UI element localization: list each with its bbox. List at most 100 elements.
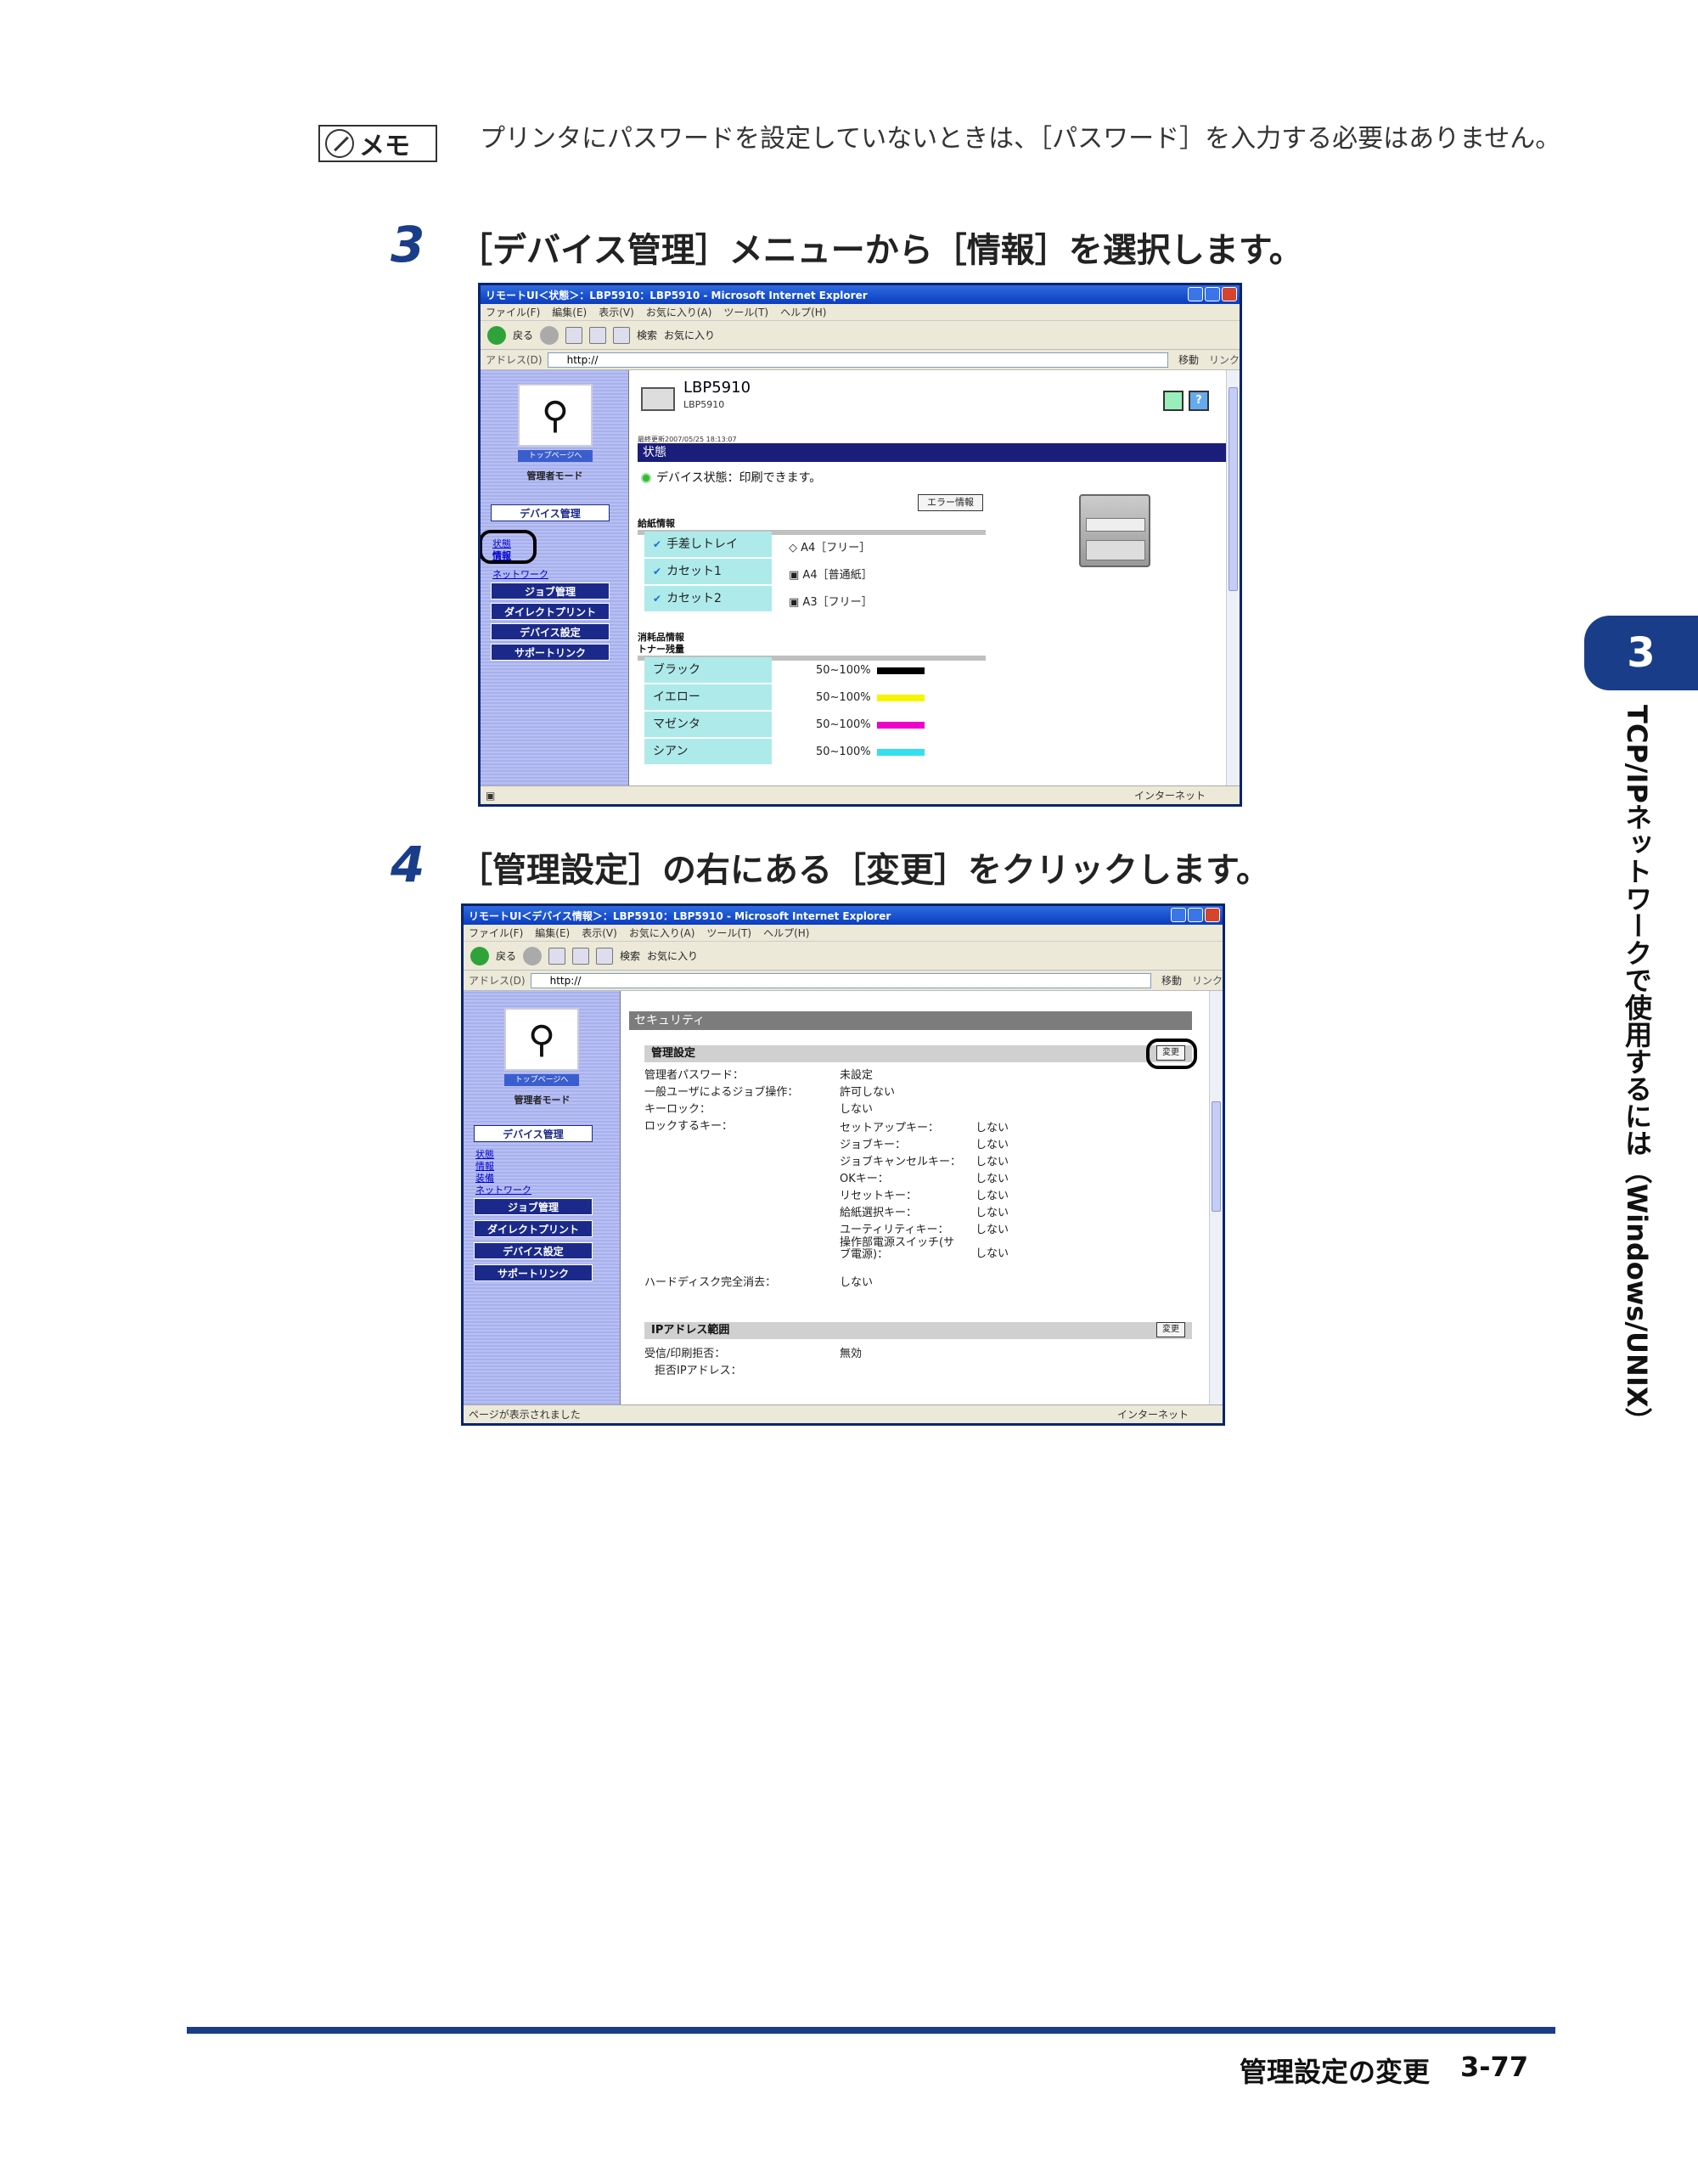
refresh-icon[interactable]: [589, 326, 607, 344]
admin-password-key: 管理者パスワード：: [644, 1069, 745, 1082]
chapter-title: TCP/IPネットワークで使用するには（Windows/UNIX）: [1621, 705, 1653, 1435]
refresh-icon[interactable]: [1163, 391, 1184, 411]
nav-job-mgmt[interactable]: ジョブ管理: [491, 583, 610, 599]
paper-row-value: ▣ A3［フリー］: [789, 596, 873, 609]
lock-key-name: 操作部電源スイッチ(サブ電源)：: [840, 1236, 955, 1261]
highlight-circle: [481, 530, 537, 564]
back-label[interactable]: 戻る: [496, 948, 516, 963]
stop-icon[interactable]: [548, 947, 566, 965]
receive-reject-value: 無効: [840, 1348, 863, 1360]
nav-support-link[interactable]: サポートリンク: [491, 644, 610, 661]
memo-label: メモ: [318, 125, 437, 162]
favorites-label[interactable]: お気に入り: [664, 328, 715, 342]
nav-device-settings[interactable]: デバイス設定: [474, 1242, 593, 1259]
title-bar: リモートUI＜状態＞：LBP5910：LBP5910 - Microsoft I…: [481, 285, 1240, 304]
nav-device-mgmt[interactable]: デバイス管理: [474, 1125, 593, 1142]
step-text: ［デバイス管理］メニューから［情報］を選択します。: [458, 231, 1303, 270]
forward-icon[interactable]: [540, 325, 559, 345]
menu-favorites[interactable]: お気に入り(A): [646, 305, 712, 319]
address-bar: アドレス(D) http:// 移動 リンク: [464, 971, 1223, 991]
ip-change-button[interactable]: 変更: [1156, 1322, 1185, 1337]
toolbar: 戻る 検索 お気に入り: [464, 942, 1223, 971]
search-label[interactable]: 検索: [637, 328, 657, 342]
stop-icon[interactable]: [565, 326, 583, 344]
scroll-thumb[interactable]: [1229, 387, 1238, 591]
lock-key-name: OKキー：: [840, 1173, 889, 1185]
lock-key-name: セットアップキー：: [840, 1122, 940, 1134]
back-icon[interactable]: [470, 946, 489, 965]
browser-window-status: リモートUI＜状態＞：LBP5910：LBP5910 - Microsoft I…: [478, 283, 1242, 807]
error-info-button[interactable]: エラー情報: [918, 494, 983, 511]
menu-edit[interactable]: 編集(E): [552, 305, 587, 319]
vertical-scrollbar[interactable]: [1209, 991, 1223, 1404]
maximize-button[interactable]: [1205, 287, 1220, 301]
footer-rule: [187, 2027, 1555, 2034]
menu-favorites[interactable]: お気に入り(A): [629, 926, 695, 940]
step-number: 4: [391, 836, 425, 893]
go-button[interactable]: 移動: [1173, 352, 1204, 367]
back-icon[interactable]: [487, 325, 506, 345]
menu-tools[interactable]: ツール(T): [723, 305, 768, 319]
nav-direct-print[interactable]: ダイレクトプリント: [491, 603, 610, 620]
maximize-button[interactable]: [1188, 908, 1203, 922]
hdd-erase-value: しない: [840, 1276, 874, 1289]
chapter-tab: 3: [1584, 616, 1698, 690]
links-label[interactable]: リンク: [1209, 352, 1240, 367]
links-label[interactable]: リンク: [1192, 973, 1223, 988]
menu-bar: ファイル(F) 編集(E) 表示(V) お気に入り(A) ツール(T) ヘルプ(…: [481, 304, 1240, 321]
status-text: ページが表示されました: [469, 1409, 581, 1421]
nav-link-network[interactable]: ネットワーク: [492, 567, 548, 581]
menu-file[interactable]: ファイル(F): [469, 926, 523, 940]
ip-range-header: IPアドレス範囲: [644, 1322, 1192, 1339]
paper-row-value: ◇ A4［フリー］: [789, 542, 871, 554]
menu-tools[interactable]: ツール(T): [706, 926, 751, 940]
nav-device-mgmt[interactable]: デバイス管理: [491, 504, 610, 521]
address-input[interactable]: http://: [530, 972, 1151, 988]
address-label: アドレス(D): [486, 354, 543, 366]
page-content: ⚲ トップページへ 管理者モード デバイス管理 状態 情報 装備 ネットワーク …: [464, 991, 1223, 1404]
main-panel: セキュリティ 管理設定 変更 管理者パスワード： 未設定 一般ユーザによるジョブ…: [621, 991, 1209, 1404]
nav-direct-print[interactable]: ダイレクトプリント: [474, 1220, 593, 1237]
zone-label: インターネット: [1133, 790, 1206, 802]
toner-row-name: ブラック: [644, 657, 772, 683]
minimize-button[interactable]: [1188, 287, 1203, 301]
menu-file[interactable]: ファイル(F): [486, 305, 540, 319]
paper-row-name: ✔ カセット2: [644, 586, 772, 611]
user-job-key: 一般ユーザによるジョブ操作：: [644, 1086, 799, 1099]
favorites-label[interactable]: お気に入り: [647, 948, 698, 963]
nav-link-network[interactable]: ネットワーク: [475, 1183, 531, 1196]
home-icon[interactable]: [613, 326, 631, 344]
lock-key-value: しない: [976, 1156, 1009, 1168]
toppage-button[interactable]: トップページへ: [518, 450, 593, 462]
close-button[interactable]: [1205, 908, 1220, 922]
search-label[interactable]: 検索: [620, 948, 640, 963]
vertical-scrollbar[interactable]: [1226, 370, 1240, 785]
nav-support-link[interactable]: サポートリンク: [474, 1264, 593, 1281]
menu-help[interactable]: ヘルプ(H): [763, 926, 809, 940]
menu-view[interactable]: 表示(V): [582, 926, 617, 940]
minimize-button[interactable]: [1171, 908, 1186, 922]
forward-icon[interactable]: [523, 946, 543, 965]
nav-job-mgmt[interactable]: ジョブ管理: [474, 1198, 593, 1215]
go-button[interactable]: 移動: [1156, 973, 1187, 988]
lock-key-name: ユーティリティキー：: [840, 1224, 949, 1236]
toner-row-name: マゼンタ: [644, 712, 772, 737]
home-icon[interactable]: [596, 947, 614, 965]
scroll-thumb[interactable]: [1212, 1101, 1221, 1212]
nav-device-settings[interactable]: デバイス設定: [491, 623, 610, 640]
help-icon[interactable]: ?: [1189, 391, 1209, 411]
address-input[interactable]: http://: [547, 352, 1168, 368]
close-button[interactable]: [1222, 287, 1237, 301]
user-job-value: 許可しない: [840, 1086, 896, 1099]
paper-row-name: ✔ カセット1: [644, 559, 772, 584]
menu-view[interactable]: 表示(V): [599, 305, 634, 319]
footer-title: 管理設定の変更: [1240, 2056, 1431, 2088]
refresh-icon[interactable]: [572, 947, 590, 965]
back-label[interactable]: 戻る: [513, 328, 533, 342]
menu-edit[interactable]: 編集(E): [535, 926, 570, 940]
menu-help[interactable]: ヘルプ(H): [780, 305, 826, 319]
reject-ip-key: 拒否IPアドレス：: [655, 1365, 742, 1377]
toppage-button[interactable]: トップページへ: [504, 1074, 579, 1086]
zone-label: インターネット: [1116, 1409, 1189, 1421]
step-text: ［管理設定］の右にある［変更］をクリックします。: [458, 851, 1270, 890]
